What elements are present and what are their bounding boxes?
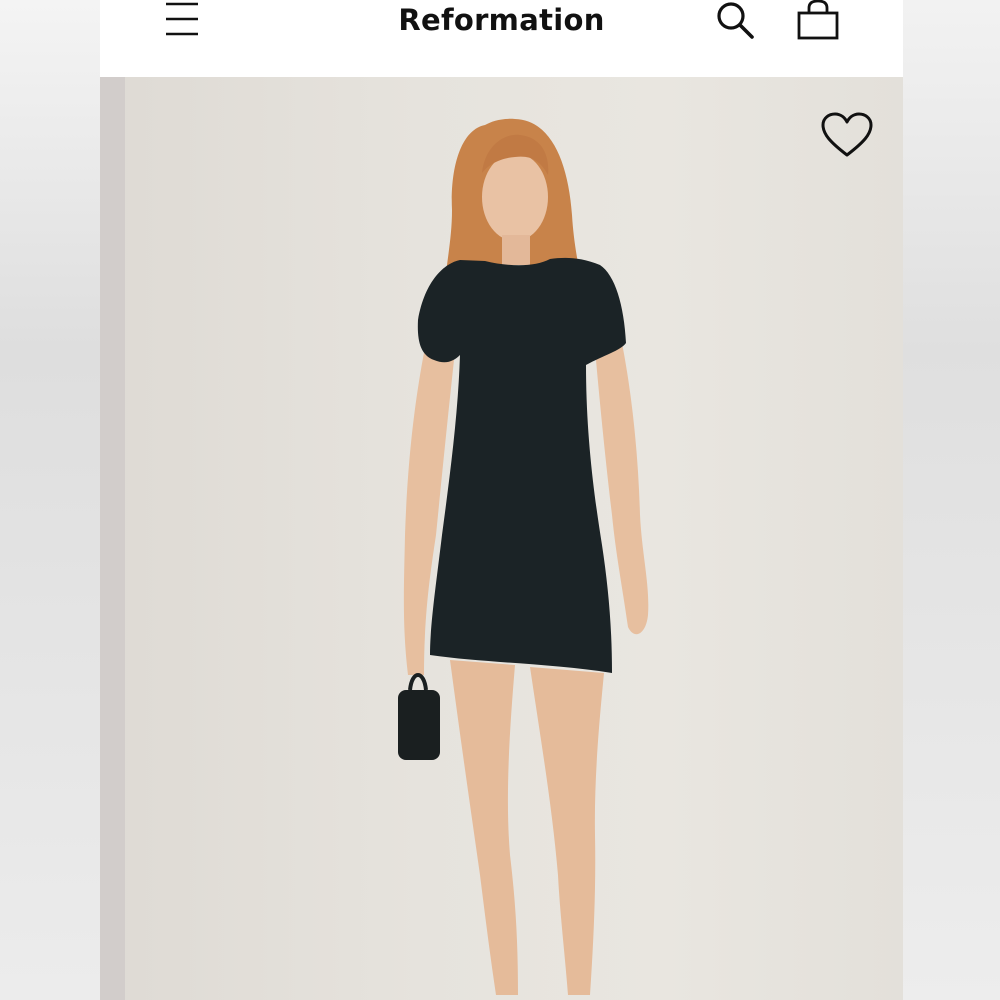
blurred-backdrop-left: [0, 0, 100, 1000]
hamburger-menu-icon[interactable]: [164, 0, 200, 38]
site-header: Reformation: [100, 0, 903, 77]
model-wearing-black-dress: [398, 118, 649, 995]
mobile-screen: Reformation: [100, 0, 903, 1000]
image-edge-strip: [100, 77, 125, 1000]
shopping-bag-icon[interactable]: [795, 0, 841, 40]
brand-logo[interactable]: Reformation: [350, 0, 653, 40]
heart-outline-icon[interactable]: [820, 111, 874, 161]
search-icon[interactable]: [714, 0, 758, 40]
product-image[interactable]: [100, 77, 903, 1000]
blurred-backdrop-right: [903, 0, 1000, 1000]
